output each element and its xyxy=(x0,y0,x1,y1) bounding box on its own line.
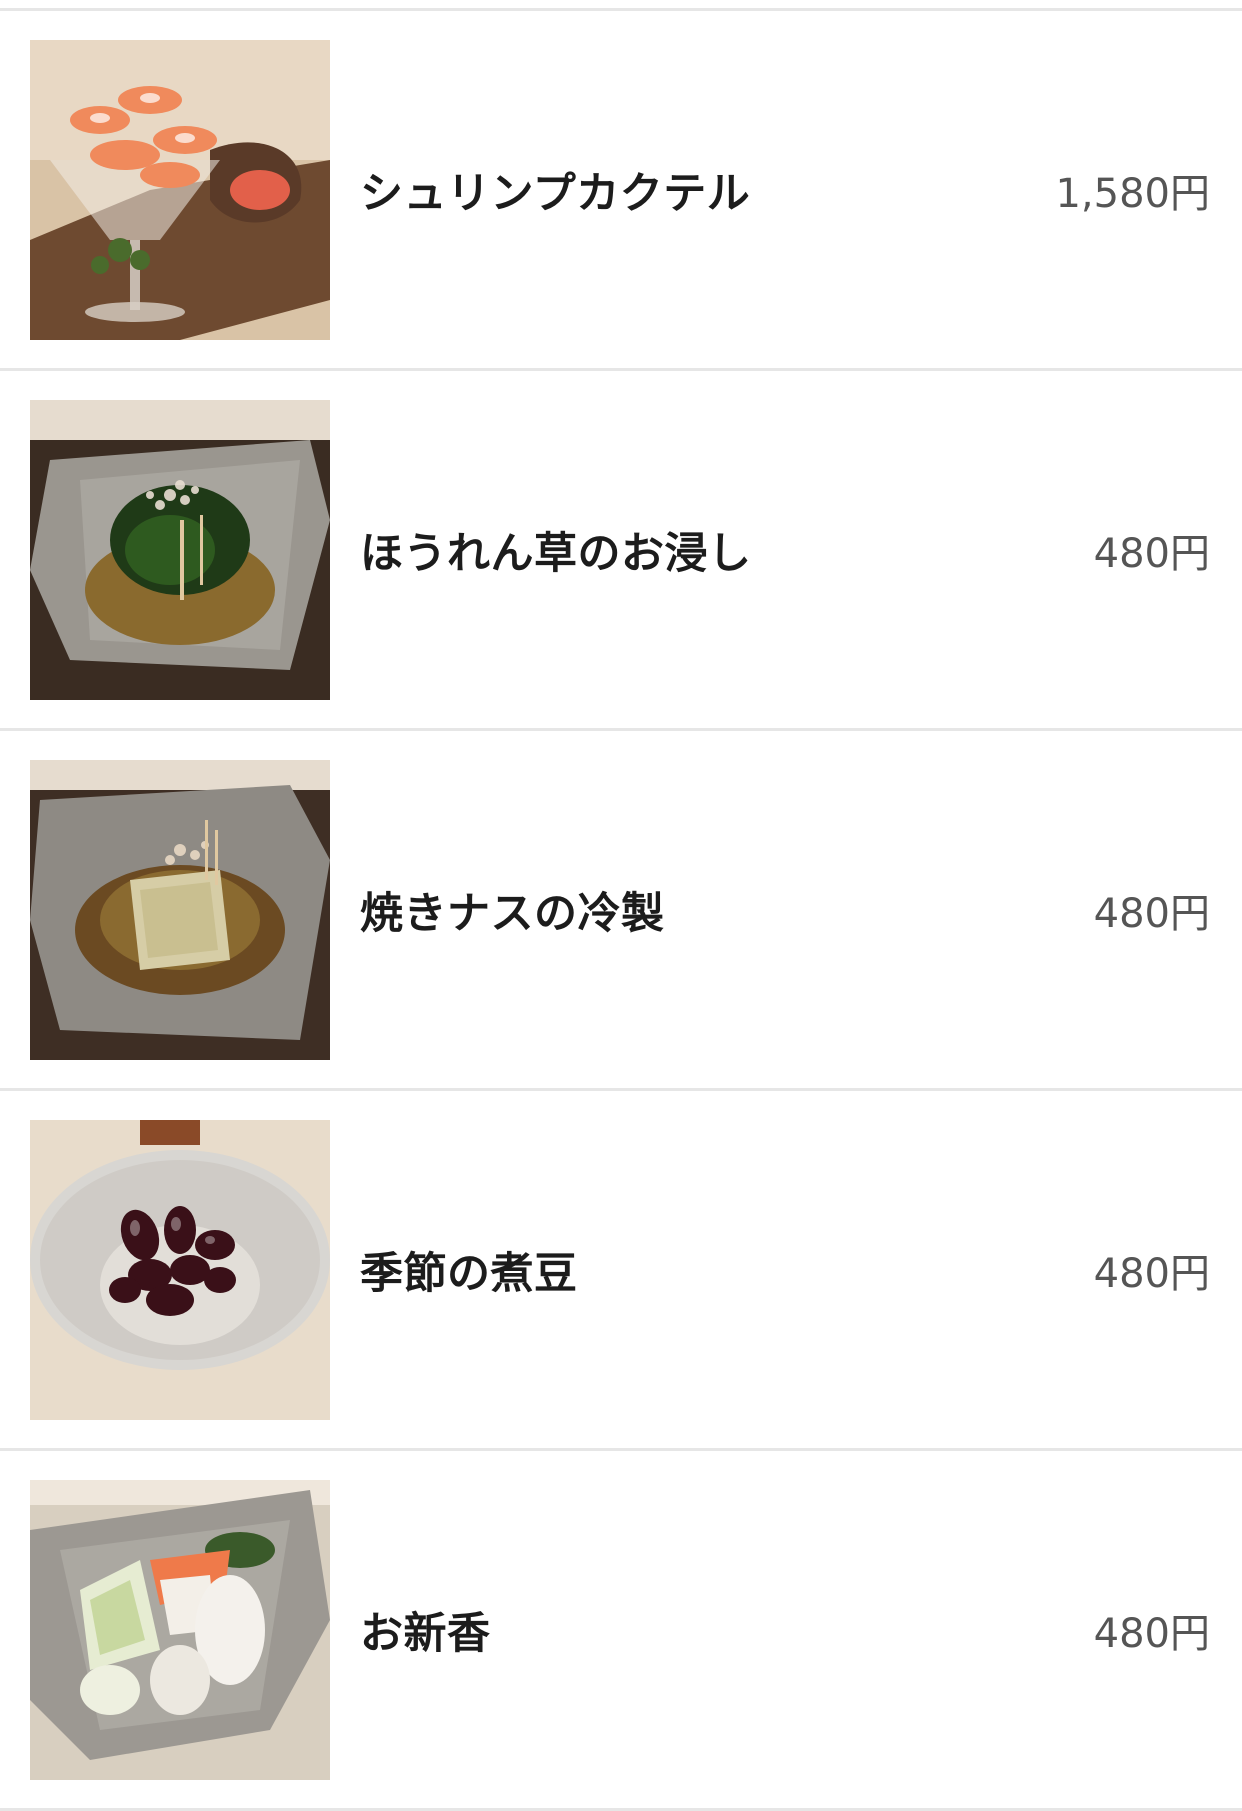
item-name: 季節の煮豆 xyxy=(360,1248,578,1299)
item-name: シュリンプカクテル xyxy=(360,168,751,219)
menu-item[interactable]: シュリンプカクテル 1,580円 xyxy=(0,11,1242,371)
menu-item[interactable]: お新香 480円 xyxy=(0,1451,1242,1811)
item-name: お新香 xyxy=(360,1608,491,1659)
item-name: 焼きナスの冷製 xyxy=(360,888,665,939)
menu-item[interactable]: 季節の煮豆 480円 xyxy=(0,1091,1242,1451)
menu-item[interactable]: 焼きナスの冷製 480円 xyxy=(0,731,1242,1091)
spinach-ohitashi-photo xyxy=(30,400,330,700)
chilled-grilled-eggplant-photo xyxy=(30,760,330,1060)
item-price: 480円 xyxy=(1093,890,1210,937)
shrimp-cocktail-photo xyxy=(30,40,330,340)
item-name: ほうれん草のお浸し xyxy=(360,528,752,579)
item-price: 480円 xyxy=(1093,530,1210,577)
menu-item[interactable]: ほうれん草のお浸し 480円 xyxy=(0,371,1242,731)
item-price: 480円 xyxy=(1093,1250,1210,1297)
item-price: 1,580円 xyxy=(1055,170,1210,217)
seasonal-simmered-beans-photo xyxy=(30,1120,330,1420)
menu-list: シュリンプカクテル 1,580円 ほうれん草のお浸し 480円 焼きナスの冷製 … xyxy=(0,8,1242,1811)
item-price: 480円 xyxy=(1093,1610,1210,1657)
oshinko-pickles-photo xyxy=(30,1480,330,1780)
